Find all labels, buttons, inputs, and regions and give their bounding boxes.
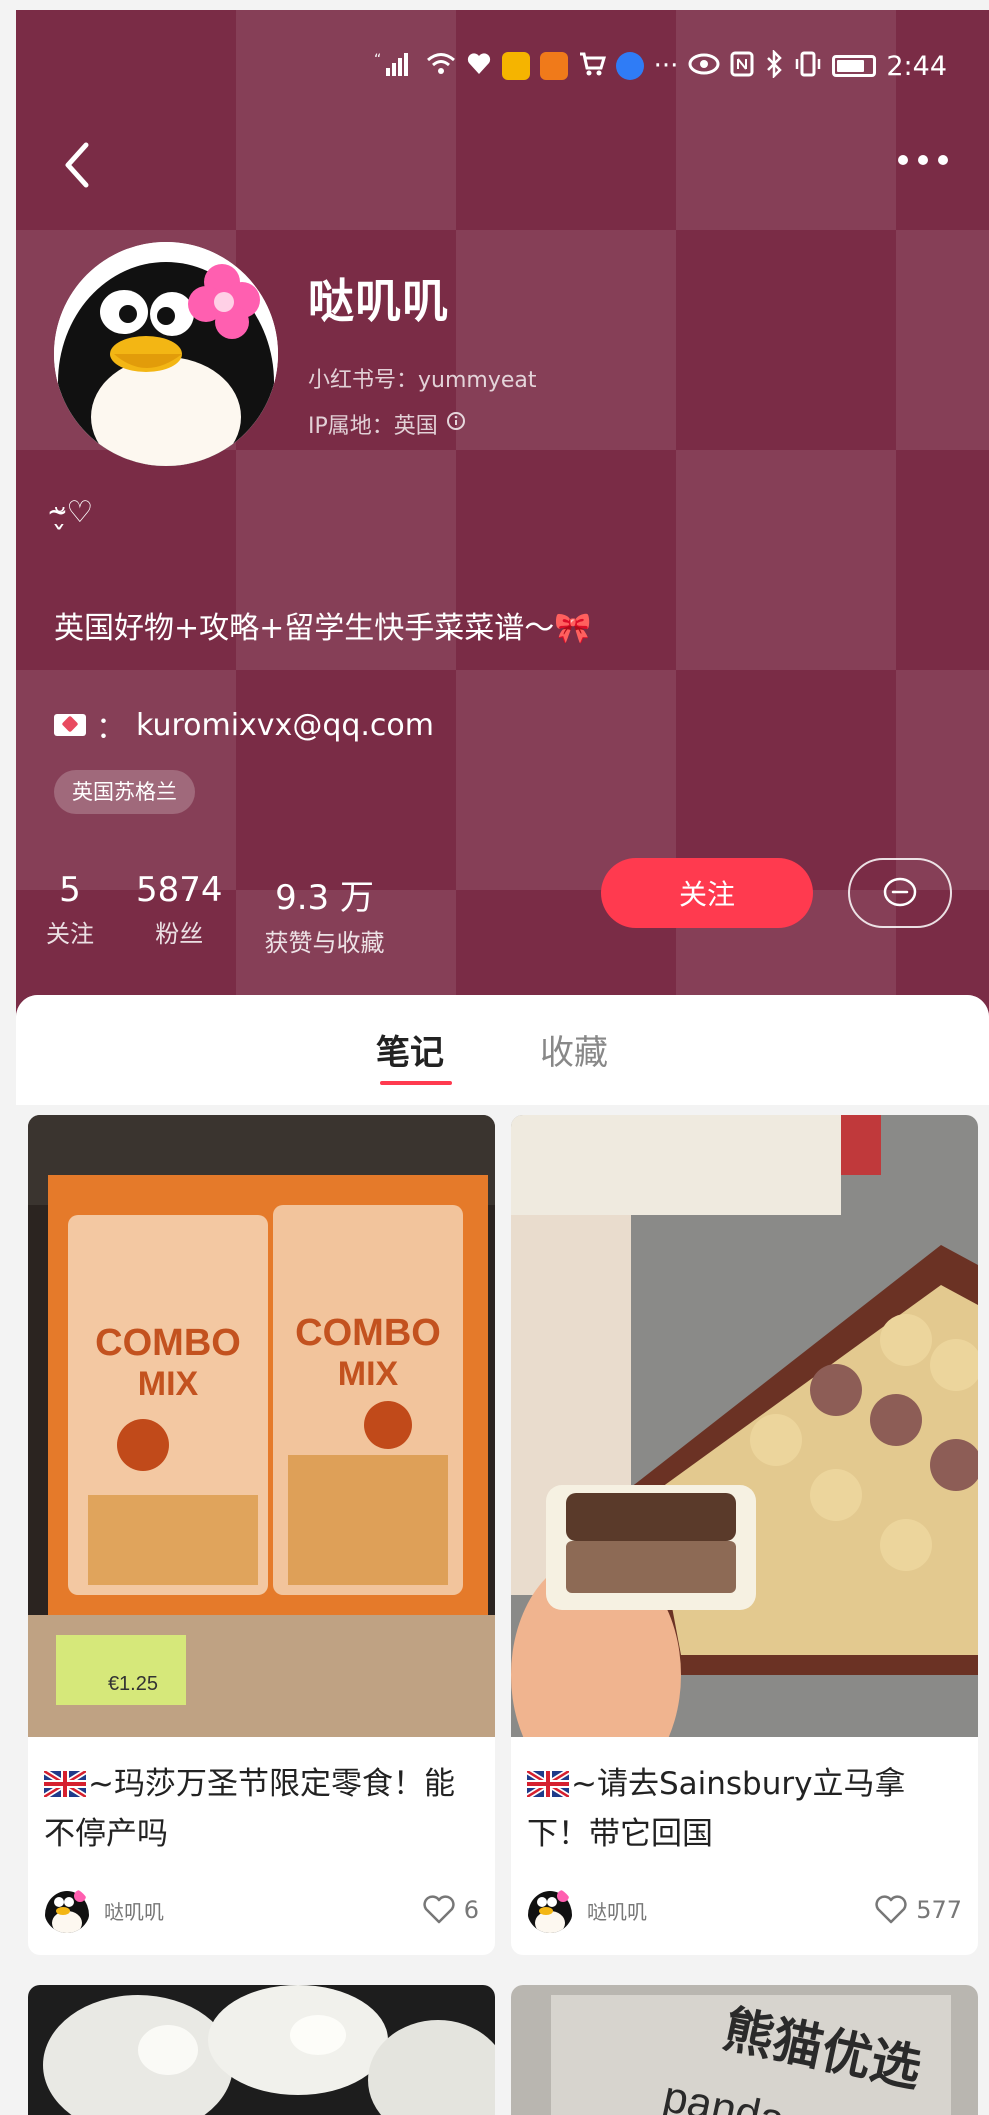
stat-following[interactable]: 5 关注 <box>46 870 94 958</box>
note-card[interactable] <box>28 1985 495 2115</box>
battery-icon <box>832 55 877 77</box>
stat-value: 5874 <box>136 870 223 910</box>
stat-label: 关注 <box>46 920 94 948</box>
note-title: ~请去Sainsbury立马拿下！带它回国 <box>511 1737 978 1869</box>
profile-header: “ ··· 2:44 哒叽叽 小红书号：yummyeat IP属地：英国 ᵕ̴̬… <box>16 10 989 1022</box>
more-options-icon[interactable] <box>893 140 953 180</box>
mail-app-icon <box>501 52 530 80</box>
author-avatar[interactable] <box>527 1887 573 1933</box>
svg-text:MIX: MIX <box>138 1365 199 1403</box>
cart-app-icon <box>578 51 606 82</box>
heart-app-icon <box>466 52 492 81</box>
note-title: ~玛莎万圣节限定零食！能不停产吗 <box>28 1737 495 1869</box>
heart-icon <box>423 1895 455 1924</box>
profile-emoticon: ᵕ̴̬♡ <box>54 495 94 530</box>
stat-likes-collections[interactable]: 9.3 万 获赞与收藏 <box>265 870 385 958</box>
note-title-text: ~请去Sainsbury立马拿下！带它回国 <box>527 1766 906 1852</box>
status-time: 2:44 <box>886 50 947 82</box>
active-tab-indicator <box>380 1081 452 1085</box>
redbook-id: 小红书号：yummyeat <box>308 368 537 393</box>
stat-label: 粉丝 <box>155 920 204 948</box>
heart-icon <box>875 1895 907 1924</box>
profile-email: ： kuromixvx@qq.com <box>54 703 434 747</box>
bluetooth-icon <box>764 48 784 83</box>
email-separator: ： <box>96 711 126 746</box>
nfc-icon <box>730 51 754 82</box>
uk-flag-icon <box>44 1771 86 1797</box>
tab-notes[interactable]: 笔记 <box>376 1025 444 1074</box>
author-name[interactable]: 哒叽叽 <box>587 1896 874 1925</box>
follow-button[interactable]: 关注 <box>601 858 813 928</box>
vibrate-icon <box>794 51 822 82</box>
note-title-text: ~玛莎万圣节限定零食！能不停产吗 <box>44 1766 455 1852</box>
note-footer: 哒叽叽 6 <box>28 1869 495 1955</box>
signal-icon: “ <box>374 50 416 83</box>
svg-text:MIX: MIX <box>338 1355 399 1393</box>
like-counter[interactable]: 577 <box>874 1895 962 1925</box>
ip-location: IP属地：英国 <box>308 408 466 440</box>
email-text: kuromixvx@qq.com <box>136 707 435 743</box>
mail-icon <box>54 714 86 736</box>
svg-text:COMBO: COMBO <box>295 1312 441 1354</box>
author-name[interactable]: 哒叽叽 <box>104 1896 422 1925</box>
note-thumbnail: COMBO MIX COMBO MIX €1.25 <box>28 1115 495 1737</box>
uk-flag-icon <box>527 1771 569 1797</box>
info-icon[interactable] <box>446 411 466 437</box>
content-area: 笔记 收藏 COMBO MIX COMBO MIX €1.25 ~玛莎万圣节限定… <box>16 995 989 2115</box>
like-count: 577 <box>916 1896 962 1924</box>
avatar[interactable] <box>54 242 278 466</box>
svg-text:“: “ <box>374 52 381 68</box>
wifi-icon <box>426 51 456 82</box>
stat-value: 9.3 万 <box>275 878 374 918</box>
camera-app-icon <box>539 52 568 80</box>
stat-followers[interactable]: 5874 粉丝 <box>136 870 223 958</box>
location-tag[interactable]: 英国苏格兰 <box>54 770 195 814</box>
chat-bubble-icon <box>883 877 917 907</box>
tab-collections[interactable]: 收藏 <box>540 1025 608 1074</box>
browser-app-icon <box>615 52 644 80</box>
price-tag: €1.25 <box>108 1673 158 1695</box>
note-card[interactable]: ~请去Sainsbury立马拿下！带它回国 哒叽叽 577 <box>511 1115 978 1955</box>
more-dots: ··· <box>653 51 679 81</box>
profile-nickname: 哒叽叽 <box>308 274 449 328</box>
tab-bar: 笔记 收藏 <box>16 995 989 1105</box>
profile-stats: 5 关注 5874 粉丝 9.3 万 获赞与收藏 <box>46 870 427 958</box>
stat-value: 5 <box>59 870 81 910</box>
note-thumbnail <box>511 1115 978 1737</box>
note-footer: 哒叽叽 577 <box>511 1869 978 1955</box>
author-avatar[interactable] <box>44 1887 90 1933</box>
note-card[interactable]: 熊猫优选 panda <box>511 1985 978 2115</box>
note-card[interactable]: COMBO MIX COMBO MIX €1.25 ~玛莎万圣节限定零食！能不停… <box>28 1115 495 1955</box>
back-icon[interactable] <box>56 135 106 195</box>
note-thumbnail <box>28 1985 495 2115</box>
status-bar: “ ··· 2:44 <box>374 46 947 86</box>
ip-location-text: IP属地：英国 <box>308 414 438 439</box>
stat-label: 获赞与收藏 <box>264 929 385 957</box>
profile-bio: 英国好物+攻略+留学生快手菜菜谱～🎀 <box>54 611 592 646</box>
profile-screen: “ ··· 2:44 哒叽叽 小红书号：yummyeat IP属地：英国 ᵕ̴̬… <box>16 10 989 2115</box>
eye-icon <box>688 53 720 80</box>
note-thumbnail: 熊猫优选 panda <box>511 1985 978 2115</box>
message-button[interactable] <box>848 858 952 928</box>
like-count: 6 <box>463 1896 479 1924</box>
like-counter[interactable]: 6 <box>422 1895 479 1925</box>
svg-text:COMBO: COMBO <box>95 1322 241 1364</box>
